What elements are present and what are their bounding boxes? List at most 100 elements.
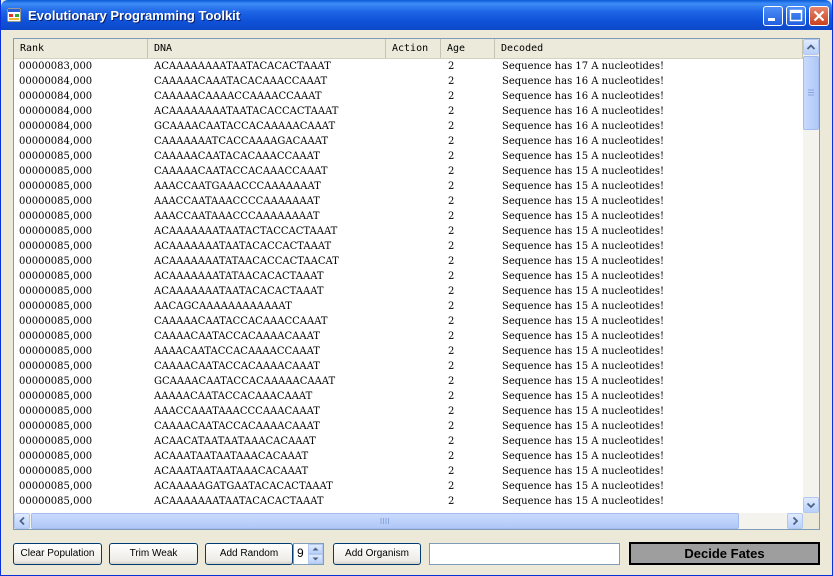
trim-weak-button[interactable]: Trim Weak (109, 543, 198, 565)
table-row[interactable]: 00000085,000 ACAAAAAAATATAACACCACTAACAT 2 S… (14, 254, 803, 269)
rank-cell: 00000085,000 (19, 286, 93, 297)
table-row[interactable]: 00000085,000 ACAAATAATAATAAACACAAAT 2 Seque… (14, 464, 803, 479)
app-window-icon (7, 8, 21, 22)
dna-cell: ACAAAAAAATATAACACCACTAACAT (154, 256, 339, 267)
horizontal-scrollbar[interactable] (14, 513, 803, 529)
table-row[interactable]: 00000085,000 ACAAAAAAATAATACACACTAAAT 2 Seq… (14, 494, 803, 509)
decoded-cell: Sequence has 15 A nucleotides! (502, 406, 664, 417)
table-row[interactable]: 00000085,000 ACAAAAAAATAATACTACCACTAAAT 2 S… (14, 224, 803, 239)
horizontal-scroll-thumb[interactable] (31, 513, 739, 529)
table-row[interactable]: 00000085,000 CAAAAACAATACACAAACCAAAT 2 Sequ… (14, 149, 803, 164)
title-bar[interactable]: Evolutionary Programming Toolkit (1, 0, 832, 30)
scrollbar-corner (803, 513, 819, 529)
table-row[interactable]: 00000085,000 ACAAAAAAATAATACACACTAAAT 2 Seq… (14, 284, 803, 299)
vertical-scroll-thumb[interactable] (803, 56, 819, 130)
age-cell: 2 (448, 481, 455, 492)
column-header-action[interactable]: Action (386, 39, 441, 58)
table-row[interactable]: 00000085,000 CAAAAACAATACCACAAACCAAAT 2 Seq… (14, 164, 803, 179)
table-row[interactable]: 00000085,000 AACAGCAAAAAAAAAAAAT 2 Sequence… (14, 299, 803, 314)
dna-cell: AAAACAATACCACAAAACCAAAT (154, 346, 320, 357)
decoded-cell: Sequence has 15 A nucleotides! (502, 256, 664, 267)
table-row[interactable]: 00000085,000 AAACCAATAAACCCAAAAAAAAT 2 Sequ… (14, 209, 803, 224)
age-cell: 2 (448, 331, 455, 342)
window-title: Evolutionary Programming Toolkit (28, 8, 241, 23)
decoded-cell: Sequence has 16 A nucleotides! (502, 121, 664, 132)
dna-cell: AACAGCAAAAAAAAAAAAT (154, 301, 292, 312)
table-row[interactable]: 00000085,000 CAAAAACAATACCACAAACCAAAT 2 Seq… (14, 314, 803, 329)
close-button[interactable] (809, 6, 829, 26)
decoded-cell: Sequence has 15 A nucleotides! (502, 151, 664, 162)
rank-cell: 00000085,000 (19, 151, 93, 162)
random-count-spinner[interactable]: 9 (293, 543, 324, 565)
table-row[interactable]: 00000085,000 ACAAAAAAATATAACACACTAAAT 2 Seq… (14, 269, 803, 284)
grip-icon (380, 518, 389, 524)
vertical-scrollbar[interactable] (803, 39, 819, 513)
rank-cell: 00000084,000 (19, 121, 93, 132)
table-row[interactable]: 00000084,000 CAAAAACAAAACCAAAACCAAAT 2 Sequ… (14, 89, 803, 104)
dna-cell: CAAAAACAATACCACAAACCAAAT (154, 316, 328, 327)
table-row[interactable]: 00000085,000 GCAAAACAATACCACAAAAACAAAT 2 Se… (14, 374, 803, 389)
age-cell: 2 (448, 421, 455, 432)
rank-cell: 00000085,000 (19, 496, 93, 507)
age-cell: 2 (448, 346, 455, 357)
dna-cell: CAAAAACAAATACACAAACCAAAT (154, 76, 328, 87)
table-row[interactable]: 00000085,000 ACAAAAAGATGAATACACACTAAAT 2 Se… (14, 479, 803, 494)
add-organism-button[interactable]: Add Organism (333, 543, 421, 565)
age-cell: 2 (448, 106, 455, 117)
rank-cell: 00000084,000 (19, 106, 93, 117)
column-header-decoded[interactable]: Decoded (495, 39, 803, 58)
table-row[interactable]: 00000083,000 ACAAAAAAAATAATACACACTAAAT 2 Se… (14, 59, 803, 74)
decoded-cell: Sequence has 15 A nucleotides! (502, 241, 664, 252)
table-row[interactable]: 00000084,000 ACAAAAAAAATAATACACCACTAAAT 2 S… (14, 104, 803, 119)
table-row[interactable]: 00000085,000 AAAACAATACCACAAAACCAAAT 2 Sequ… (14, 344, 803, 359)
minimize-button[interactable] (763, 6, 783, 26)
table-row[interactable]: 00000084,000 GCAAAACAATACCACAAAAACAAAT 2 Se… (14, 119, 803, 134)
table-row[interactable]: 00000085,000 ACAAAAAAATAATACACCACTAAAT 2 Se… (14, 239, 803, 254)
main-window: Evolutionary Programming Toolkit Rank DN… (0, 0, 833, 576)
table-row[interactable]: 00000085,000 AAACCAATGAAACCCAAAAAAAT 2 Sequ… (14, 179, 803, 194)
clear-population-button[interactable]: Clear Population (13, 543, 102, 565)
table-row[interactable]: 00000085,000 AAACCAATAAACCCCAAAAAAAT 2 Sequ… (14, 194, 803, 209)
table-row[interactable]: 00000085,000 ACAACATAATAATAAACACAAAT 2 Sequ… (14, 434, 803, 449)
decoded-cell: Sequence has 15 A nucleotides! (502, 391, 664, 402)
table-row[interactable]: 00000084,000 CAAAAACAAATACACAAACCAAAT 2 Seq… (14, 74, 803, 89)
chevron-down-icon (806, 502, 816, 509)
age-cell: 2 (448, 406, 455, 417)
dna-cell: CAAAAACAATACACAAACCAAAT (154, 151, 320, 162)
dna-cell: ACAAATAATAATAAACACAAAT (154, 466, 309, 477)
scroll-left-button[interactable] (14, 513, 30, 529)
scroll-up-button[interactable] (803, 39, 819, 55)
table-row[interactable]: 00000085,000 AAACCAAATAAACCCAAACAAAT 2 Sequ… (14, 404, 803, 419)
table-row[interactable]: 00000085,000 CAAAACAATACCACAAAACAAAT 2 Sequ… (14, 419, 803, 434)
decoded-cell: Sequence has 15 A nucleotides! (502, 301, 664, 312)
dna-cell: ACAAAAAAATAATACACACTAAAT (154, 286, 324, 297)
column-header-age[interactable]: Age (441, 39, 495, 58)
organism-dna-input[interactable] (429, 543, 620, 565)
age-cell: 2 (448, 286, 455, 297)
rank-cell: 00000085,000 (19, 391, 93, 402)
random-count-value[interactable]: 9 (297, 546, 304, 560)
column-header-rank[interactable]: Rank (14, 39, 148, 58)
table-row[interactable]: 00000085,000 CAAAACAATACCACAAAACAAAT 2 Sequ… (14, 329, 803, 344)
age-cell: 2 (448, 211, 455, 222)
organism-list[interactable]: Rank DNA Action Age Decoded 00000083,000… (13, 38, 820, 530)
age-cell: 2 (448, 151, 455, 162)
decide-fates-button[interactable]: Decide Fates (629, 542, 820, 565)
table-row[interactable]: 00000085,000 AAAAACAATACCACAAACAAAT 2 Seque… (14, 389, 803, 404)
column-header-dna[interactable]: DNA (148, 39, 386, 58)
dna-cell: CAAAACAATACCACAAAACAAAT (154, 361, 320, 372)
add-random-button[interactable]: Add Random (205, 543, 293, 565)
maximize-button[interactable] (786, 6, 806, 26)
dna-cell: AAACCAATAAACCCCAAAAAAAT (154, 196, 320, 207)
table-row[interactable]: 00000085,000 ACAAATAATAATAAACACAAAT 2 Seque… (14, 449, 803, 464)
scroll-right-button[interactable] (787, 513, 803, 529)
spinner-up-button[interactable] (308, 544, 323, 554)
dna-cell: CAAAAACAATACCACAAACCAAAT (154, 166, 328, 177)
table-row[interactable]: 00000085,000 CAAAACAATACCACAAAACAAAT 2 Sequ… (14, 359, 803, 374)
spinner-down-button[interactable] (308, 554, 323, 564)
scroll-down-button[interactable] (803, 497, 819, 513)
age-cell: 2 (448, 466, 455, 477)
age-cell: 2 (448, 76, 455, 87)
age-cell: 2 (448, 256, 455, 267)
table-row[interactable]: 00000084,000 CAAAAAAATCACCAAAAGACAAAT 2 Seq… (14, 134, 803, 149)
